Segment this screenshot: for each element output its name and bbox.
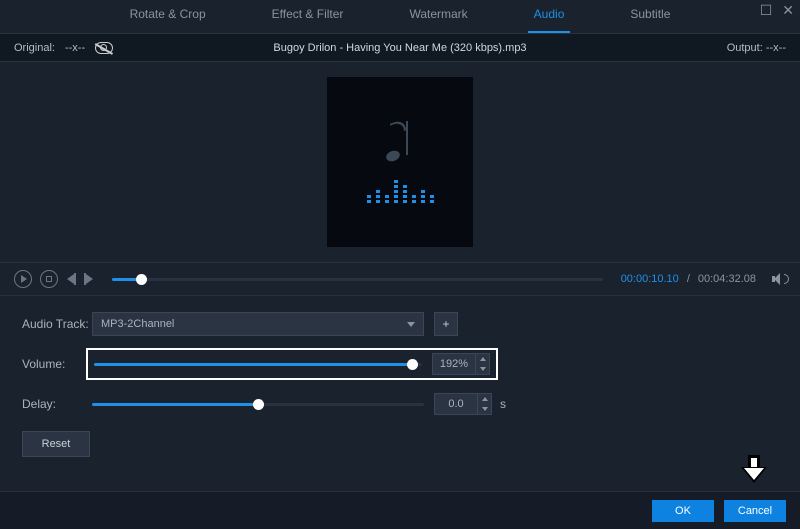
close-button[interactable]: ✕ [782,2,794,19]
footer: OK Cancel [0,491,800,529]
output-label: Output: [727,42,763,54]
tab-bar: Rotate & Crop Effect & Filter Watermark … [0,0,800,34]
time-current: 00:00:10.10 [621,273,679,285]
tab-audio[interactable]: Audio [528,7,571,33]
audio-track-select[interactable]: MP3-2Channel [92,312,424,336]
volume-icon[interactable] [772,273,786,285]
maximize-button[interactable]: ☐ [760,2,773,19]
play-button[interactable] [14,270,32,288]
delay-unit: s [500,397,506,411]
delay-stepper[interactable] [478,393,492,415]
audio-form: Audio Track: MP3-2Channel + Volume: 192%… [0,296,800,480]
cancel-button[interactable]: Cancel [724,500,786,522]
tab-effect-filter[interactable]: Effect & Filter [266,7,350,33]
audio-track-label: Audio Track: [22,317,92,331]
volume-label: Volume: [22,357,92,371]
next-button[interactable] [84,273,94,285]
prev-button[interactable] [66,273,76,285]
reset-button[interactable]: Reset [22,431,90,457]
stop-button[interactable] [40,270,58,288]
volume-value[interactable]: 192% [432,353,476,375]
tab-watermark[interactable]: Watermark [403,7,473,33]
tab-rotate-crop[interactable]: Rotate & Crop [124,7,212,33]
add-audio-track-button[interactable]: + [434,312,458,336]
audio-preview [327,77,473,247]
delay-slider[interactable] [92,403,424,406]
header-bar: Original: --x-- Bugoy Drilon - Having Yo… [0,34,800,62]
tab-subtitle[interactable]: Subtitle [624,7,676,33]
preview-area [0,62,800,262]
output-value: --x-- [766,42,786,54]
music-note-icon [386,121,414,161]
playback-bar: 00:00:10.10 / 00:04:32.08 [0,262,800,296]
chevron-down-icon [407,322,415,327]
delay-label: Delay: [22,397,92,411]
volume-highlight: 192% [86,348,498,380]
audio-track-value: MP3-2Channel [101,318,174,330]
seek-slider[interactable] [112,278,603,281]
equalizer-icon [367,179,434,203]
delay-value[interactable]: 0.0 [434,393,478,415]
time-total: 00:04:32.08 [698,273,756,285]
time-separator: / [687,273,690,285]
volume-slider[interactable] [94,363,422,366]
volume-stepper[interactable] [476,353,490,375]
file-title: Bugoy Drilon - Having You Near Me (320 k… [0,34,800,62]
ok-button[interactable]: OK [652,500,714,522]
